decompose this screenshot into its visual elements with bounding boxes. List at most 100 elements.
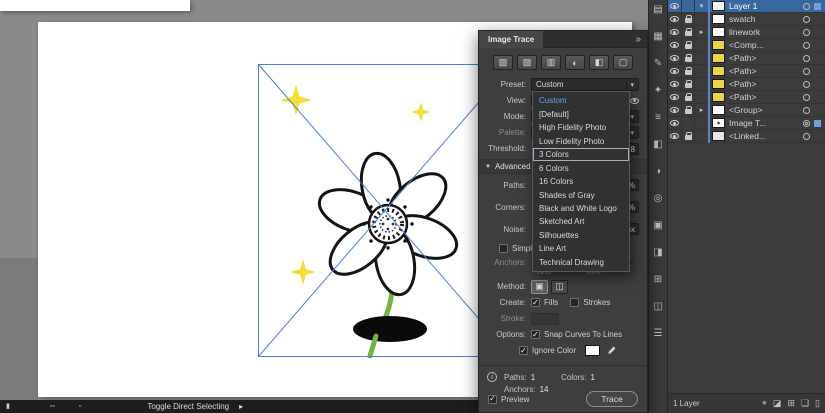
- expand-toggle[interactable]: [695, 130, 708, 142]
- selection-indicator[interactable]: [814, 3, 821, 10]
- selection-indicator[interactable]: [814, 133, 821, 140]
- simplify-checkbox[interactable]: [499, 244, 508, 253]
- preset-menu-item[interactable]: Technical Drawing: [533, 256, 629, 269]
- method-abutting-icon[interactable]: ▣: [531, 280, 548, 294]
- make-clip-mask-icon[interactable]: ◪: [773, 398, 782, 409]
- align-panel-icon[interactable]: ⊞: [654, 273, 662, 287]
- new-layer-icon[interactable]: ❏: [801, 398, 809, 409]
- layer-row[interactable]: <Comp...: [668, 39, 825, 52]
- image-trace-tab[interactable]: Image Trace: [479, 31, 543, 48]
- sparkle-star-large[interactable]: [280, 84, 312, 116]
- lock-toggle[interactable]: [682, 39, 695, 51]
- target-circle[interactable]: [803, 16, 810, 23]
- preset-menu-item[interactable]: Shades of Gray: [533, 188, 629, 201]
- selection-indicator[interactable]: [814, 68, 821, 75]
- status-marker-icon[interactable]: ▮: [6, 400, 10, 413]
- view-eye-icon[interactable]: [630, 98, 639, 104]
- preset-grayscale-icon[interactable]: ◐: [565, 55, 585, 70]
- preset-menu-item[interactable]: 6 Colors: [533, 161, 629, 174]
- layer-thumbnail[interactable]: [712, 27, 725, 37]
- layer-row[interactable]: <Path>: [668, 78, 825, 91]
- layer-row[interactable]: <Path>: [668, 91, 825, 104]
- target-circle[interactable]: [803, 3, 810, 10]
- visibility-toggle[interactable]: [668, 78, 682, 90]
- preset-menu-item[interactable]: Sketched Art: [533, 215, 629, 228]
- expand-toggle[interactable]: [695, 117, 708, 129]
- layer-thumbnail[interactable]: [712, 118, 725, 128]
- gradient-panel-icon[interactable]: ◧: [653, 138, 662, 152]
- expand-toggle[interactable]: [695, 91, 708, 103]
- target-circle[interactable]: [803, 120, 810, 127]
- panel-menu-icon[interactable]: »: [635, 34, 647, 45]
- preset-menu-item[interactable]: [Default]: [533, 107, 629, 120]
- layer-name[interactable]: Layer 1: [729, 1, 803, 11]
- eyedropper-icon[interactable]: [606, 346, 616, 356]
- status-doc-icon[interactable]: ▫: [79, 400, 81, 413]
- selection-indicator[interactable]: [814, 107, 821, 114]
- layer-thumbnail[interactable]: [712, 131, 725, 141]
- layer-name[interactable]: swatch: [729, 14, 803, 24]
- preset-dropdown[interactable]: Custom ▾: [531, 78, 639, 91]
- selection-indicator[interactable]: [814, 42, 821, 49]
- layer-row[interactable]: linework: [668, 26, 825, 39]
- symbols-panel-icon[interactable]: ✦: [654, 84, 662, 98]
- lock-toggle[interactable]: [682, 117, 695, 129]
- color-panel-icon[interactable]: ▤: [653, 3, 662, 17]
- status-arrow-icon[interactable]: ▸: [239, 402, 243, 411]
- visibility-toggle[interactable]: [668, 39, 682, 51]
- layer-thumbnail[interactable]: [712, 105, 725, 115]
- ignore-color-checkbox[interactable]: [519, 346, 528, 355]
- selection-indicator[interactable]: [814, 29, 821, 36]
- lock-toggle[interactable]: [682, 26, 695, 38]
- preset-menu-item[interactable]: Black and White Logo: [533, 202, 629, 215]
- expand-toggle[interactable]: [695, 13, 708, 25]
- layer-name[interactable]: <Comp...: [729, 40, 803, 50]
- strokes-checkbox[interactable]: [570, 298, 579, 307]
- layer-thumbnail[interactable]: [712, 53, 725, 63]
- layer-row[interactable]: swatch: [668, 13, 825, 26]
- sparkle-star-small[interactable]: [411, 102, 431, 122]
- preset-menu-item[interactable]: Low Fidelity Photo: [533, 134, 629, 147]
- libraries-panel-icon[interactable]: ☰: [654, 327, 663, 341]
- ignore-color-swatch[interactable]: [585, 345, 600, 356]
- layer-name[interactable]: <Path>: [729, 53, 803, 63]
- layer-row[interactable]: <Linked...: [668, 130, 825, 143]
- visibility-toggle[interactable]: [668, 91, 682, 103]
- preset-outline-icon[interactable]: ▢: [613, 55, 633, 70]
- target-circle[interactable]: [803, 94, 810, 101]
- transparency-panel-icon[interactable]: ◑: [655, 165, 661, 179]
- target-circle[interactable]: [803, 42, 810, 49]
- graphic-styles-panel-icon[interactable]: ▣: [653, 219, 662, 233]
- selection-indicator[interactable]: [814, 120, 821, 127]
- layer-row[interactable]: <Group>: [668, 104, 825, 117]
- layer-row[interactable]: <Path>: [668, 52, 825, 65]
- selection-indicator[interactable]: [814, 81, 821, 88]
- lock-toggle[interactable]: [682, 0, 695, 12]
- visibility-toggle[interactable]: [668, 117, 682, 129]
- expand-toggle[interactable]: [695, 39, 708, 51]
- snap-curves-checkbox[interactable]: [531, 330, 540, 339]
- expand-toggle[interactable]: [695, 0, 708, 12]
- layer-thumbnail[interactable]: [712, 40, 725, 50]
- delete-layer-icon[interactable]: ▯: [815, 398, 820, 409]
- selection-indicator[interactable]: [814, 55, 821, 62]
- layer-name[interactable]: <Path>: [729, 79, 803, 89]
- lock-toggle[interactable]: [682, 130, 695, 142]
- target-circle[interactable]: [803, 81, 810, 88]
- lock-toggle[interactable]: [682, 13, 695, 25]
- target-circle[interactable]: [803, 68, 810, 75]
- layer-name[interactable]: linework: [729, 27, 803, 37]
- layer-name[interactable]: Image T...: [729, 118, 803, 128]
- layer-row[interactable]: Layer 1: [668, 0, 825, 13]
- layer-name[interactable]: <Path>: [729, 92, 803, 102]
- visibility-toggle[interactable]: [668, 104, 682, 116]
- lock-toggle[interactable]: [682, 104, 695, 116]
- visibility-toggle[interactable]: [668, 26, 682, 38]
- artboard-secondary[interactable]: [0, 0, 190, 11]
- expand-toggle[interactable]: [695, 52, 708, 64]
- preset-menu-item[interactable]: 16 Colors: [533, 175, 629, 188]
- trace-button[interactable]: Trace: [586, 391, 638, 407]
- expand-toggle[interactable]: [695, 78, 708, 90]
- locate-object-icon[interactable]: ⌖: [762, 398, 767, 409]
- lock-toggle[interactable]: [682, 52, 695, 64]
